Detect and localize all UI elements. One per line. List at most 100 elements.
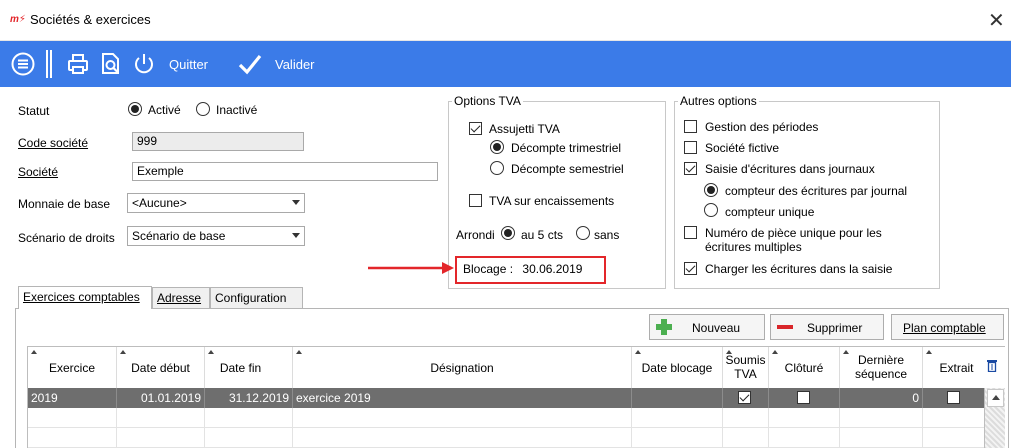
options-tva-legend: Options TVA: [452, 94, 523, 108]
column-header-soumis-tva[interactable]: Soumis TVA: [723, 347, 769, 388]
statut-label: Statut: [18, 104, 50, 118]
compteur-journal-radio[interactable]: [704, 183, 718, 197]
plan-comptable-button[interactable]: Plan comptable: [891, 314, 1004, 340]
tab-configuration[interactable]: Configuration: [210, 287, 303, 308]
plan-comptable-label: Plan comptable: [903, 321, 986, 335]
menu-icon[interactable]: [10, 51, 36, 77]
supprimer-label: Supprimer: [807, 321, 863, 335]
societe-field[interactable]: Exemple: [132, 162, 438, 181]
toolbar-separator: [46, 50, 52, 78]
grid-line: [768, 408, 769, 448]
window-title: Sociétés & exercices: [30, 12, 151, 27]
column-header-date-blocage[interactable]: Date blocage: [632, 347, 723, 388]
sort-icon: [208, 350, 214, 354]
print-icon[interactable]: [65, 51, 91, 77]
grid-line: [204, 408, 205, 448]
chevron-down-icon: [292, 200, 300, 205]
column-header-derniere-sequence[interactable]: Dernière séquence: [840, 347, 923, 388]
numero-piece-label-line1: Numéro de pièce unique pour les: [705, 226, 882, 240]
trash-icon[interactable]: [987, 359, 997, 372]
arrondi-5cts-radio[interactable]: [501, 226, 515, 240]
arrondi-sans-label: sans: [594, 228, 620, 242]
sort-icon: [926, 350, 932, 354]
semestriel-radio[interactable]: [490, 161, 504, 175]
grid-line: [116, 408, 117, 448]
cell-exercice: 2019: [28, 388, 117, 408]
tva-encaissements-label: TVA sur encaissements: [489, 194, 615, 208]
cell-cloture: [769, 388, 840, 408]
column-header-exercice[interactable]: Exercice: [28, 347, 117, 388]
print-preview-icon[interactable]: [98, 51, 124, 77]
grid-line: [292, 408, 293, 448]
power-icon[interactable]: [131, 51, 157, 77]
compteur-journal-label: compteur des écritures par journal: [725, 184, 908, 198]
monnaie-value: <Aucune>: [132, 196, 187, 210]
grid-line: [839, 408, 840, 448]
cloture-checkbox[interactable]: [797, 391, 810, 404]
arrondi-sans-radio[interactable]: [576, 226, 590, 240]
cell-extrait: [923, 388, 984, 408]
validate-button[interactable]: Valider: [275, 57, 315, 72]
title-bar: m⚡ Sociétés & exercices ✕: [0, 0, 1011, 41]
arrow-right-icon: [368, 262, 454, 274]
soumis-tva-checkbox[interactable]: [738, 391, 751, 404]
assujetti-tva-checkbox[interactable]: [469, 122, 482, 135]
semestriel-label: Décompte semestriel: [511, 162, 624, 176]
scroll-up-icon[interactable]: [987, 389, 1004, 407]
table-row[interactable]: [28, 428, 1005, 448]
sort-icon: [296, 350, 302, 354]
plus-icon: [656, 319, 672, 335]
scenario-label: Scénario de droits: [18, 231, 115, 245]
column-header-extrait[interactable]: Extrait: [923, 347, 1005, 388]
statut-inactive-radio[interactable]: [196, 102, 210, 116]
blocage-label: Blocage :: [463, 262, 514, 276]
table-row[interactable]: [28, 408, 1005, 428]
grid-line: [922, 408, 923, 448]
table-row[interactable]: 2019 01.01.2019 31.12.2019 exercice 2019…: [28, 388, 1005, 408]
tab-exercices-label: Exercices comptables: [23, 290, 140, 304]
checkmark-icon[interactable]: [237, 51, 263, 77]
sort-icon: [31, 350, 37, 354]
vertical-scrollbar[interactable]: [984, 388, 1005, 448]
gestion-periodes-checkbox[interactable]: [684, 120, 697, 133]
autres-options-legend: Autres options: [678, 94, 759, 108]
column-header-date-fin[interactable]: Date fin: [205, 347, 293, 388]
tab-exercices-comptables[interactable]: Exercices comptables: [18, 286, 152, 309]
grid-line: [631, 408, 632, 448]
exercices-grid: Exercice Date début Date fin Désignation…: [27, 346, 1005, 448]
compteur-unique-label: compteur unique: [725, 205, 815, 219]
cell-date-debut: 01.01.2019: [117, 388, 205, 408]
monnaie-select[interactable]: <Aucune>: [127, 193, 305, 213]
statut-active-radio[interactable]: [128, 102, 142, 116]
cell-designation: exercice 2019: [293, 388, 632, 408]
compteur-unique-radio[interactable]: [704, 203, 718, 217]
code-societe-field[interactable]: 999: [132, 132, 304, 151]
societe-label: Société: [18, 165, 59, 179]
tab-adresse[interactable]: Adresse: [152, 287, 210, 308]
column-header-designation[interactable]: Désignation: [293, 347, 632, 388]
saisie-journaux-checkbox[interactable]: [684, 162, 697, 175]
app-logo: m⚡: [10, 14, 26, 25]
assujetti-tva-label: Assujetti TVA: [489, 122, 560, 136]
cell-derniere-sequence: 0: [840, 388, 923, 408]
statut-active-label: Activé: [148, 103, 181, 117]
column-header-date-debut[interactable]: Date début: [117, 347, 205, 388]
arrondi-label: Arrondi: [456, 228, 495, 242]
column-header-cloture[interactable]: Clôturé: [769, 347, 840, 388]
nouveau-button[interactable]: Nouveau: [649, 314, 765, 340]
sort-icon: [772, 350, 778, 354]
close-button[interactable]: ✕: [988, 8, 1005, 33]
supprimer-button[interactable]: Supprimer: [770, 314, 884, 340]
tva-encaissements-checkbox[interactable]: [469, 194, 482, 207]
quit-button[interactable]: Quitter: [169, 57, 208, 72]
charger-ecritures-checkbox[interactable]: [684, 262, 697, 275]
extrait-checkbox[interactable]: [947, 391, 960, 404]
scenario-select[interactable]: Scénario de base: [127, 226, 305, 246]
toolbar: Quitter Valider: [0, 41, 1011, 87]
societe-fictive-checkbox[interactable]: [684, 141, 697, 154]
nouveau-label: Nouveau: [692, 321, 741, 335]
trimestriel-radio[interactable]: [490, 140, 504, 154]
sort-icon: [635, 350, 641, 354]
sort-icon: [120, 350, 126, 354]
numero-piece-checkbox[interactable]: [684, 226, 697, 239]
